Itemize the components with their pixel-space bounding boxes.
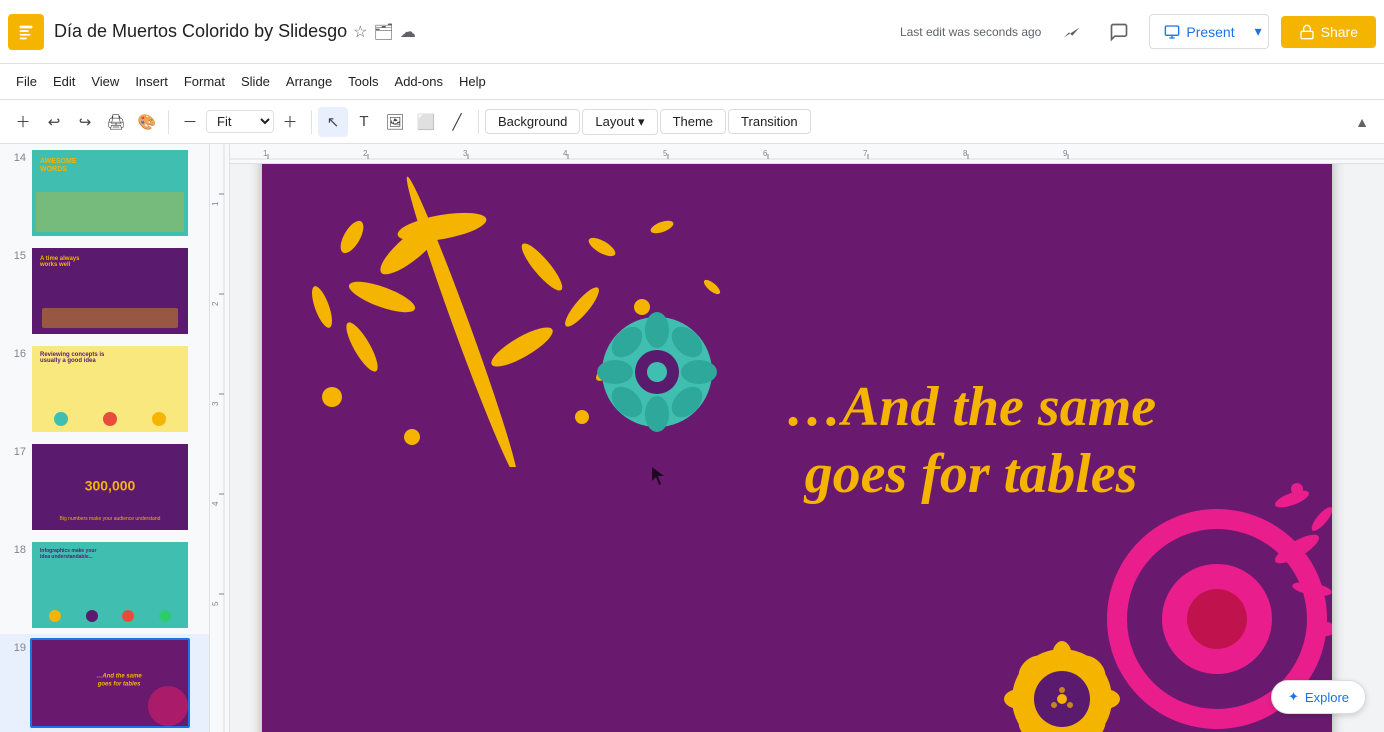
canvas-scroll[interactable]: …And the same goes for tables [210,164,1384,732]
slide-item-19[interactable]: 19 …And the samegoes for tables [0,634,209,732]
slide-num-16: 16 [6,344,26,360]
theme-btn[interactable]: Theme [660,109,726,134]
zoom-select[interactable]: Fit 50% 75% 100% [206,110,274,133]
textbox-tool-btn[interactable]: T [349,107,379,137]
layout-btn[interactable]: Layout [582,109,657,135]
svg-text:4: 4 [211,501,220,506]
line-tool-btn[interactable]: ╱ [442,107,472,137]
share-button[interactable]: Share [1281,16,1376,48]
present-button[interactable]: Present ▾ [1149,14,1268,49]
menu-addons[interactable]: Add-ons [387,70,451,93]
explore-label: Explore [1305,690,1349,705]
menu-help[interactable]: Help [451,70,494,93]
present-main-btn[interactable]: Present [1150,16,1248,48]
add-slide-btn[interactable]: ＋ [8,107,38,137]
cloud-icon[interactable]: ☁ [400,22,416,42]
svg-text:1: 1 [263,149,268,158]
select-tool-btn[interactable]: ↖ [318,107,348,137]
svg-text:4: 4 [563,149,568,158]
v-ruler: 1 2 3 4 5 [210,164,230,732]
slide-canvas[interactable]: …And the same goes for tables [262,164,1332,732]
top-bar: Día de Muertos Colorido by Slidesgo ☆ 🗂 … [0,0,1384,64]
image-tool-btn[interactable]: 🖼 [380,107,410,137]
zoom-in-btn[interactable]: ＋ [275,107,305,137]
slide-thumb-16[interactable]: Reviewing concepts isusually a good idea [30,344,190,434]
slide-panel[interactable]: 14 AWESOMEWORDS 15 A time alwaysworks we… [0,144,210,732]
sep1 [168,110,169,134]
slide-item-17[interactable]: 17 300,000 Big numbers make your audienc… [0,438,209,536]
slide-thumb-17[interactable]: 300,000 Big numbers make your audience u… [30,442,190,532]
star-icon[interactable]: ☆ [353,22,367,42]
top-right-actions: Present ▾ Share [1053,14,1376,50]
svg-text:9: 9 [1063,149,1068,158]
zoom-out-btn[interactable]: － [175,107,205,137]
toolbar-right: ▲ [1348,108,1376,136]
svg-text:3: 3 [211,401,220,406]
folder-icon[interactable]: 🗂 [374,22,394,42]
menu-bar: File Edit View Insert Format Slide Arran… [0,64,1384,100]
toolbar-zoom-group: － Fit 50% 75% 100% ＋ [175,107,305,137]
title-area: Día de Muertos Colorido by Slidesgo ☆ 🗂 … [54,21,892,42]
sep2 [311,110,312,134]
h-ruler: 1 2 3 4 5 6 7 8 9 [210,144,1384,164]
svg-text:8: 8 [963,149,968,158]
menu-file[interactable]: File [8,70,45,93]
slide-num-17: 17 [6,442,26,458]
paint-format-btn[interactable]: 🎨 [132,107,162,137]
svg-text:7: 7 [863,149,868,158]
menu-insert[interactable]: Insert [127,70,176,93]
slide-item-14[interactable]: 14 AWESOMEWORDS [0,144,209,242]
doc-title[interactable]: Día de Muertos Colorido by Slidesgo [54,21,347,42]
toolbar: ＋ ↩ ↪ 🖨 🎨 － Fit 50% 75% 100% ＋ ↖ T 🖼 ⬜ ╱… [0,100,1384,144]
canvas-area: 1 2 3 4 5 6 7 8 9 1 2 [210,144,1384,732]
explore-button[interactable]: ✦ Explore [1271,680,1366,714]
svg-text:5: 5 [663,149,668,158]
svg-text:1: 1 [211,201,220,206]
app-icon[interactable] [8,14,44,50]
background-btn[interactable]: Background [485,109,580,134]
slide-num-15: 15 [6,246,26,262]
main-layout: 14 AWESOMEWORDS 15 A time alwaysworks we… [0,144,1384,732]
slide-text-line1: …And the same [681,374,1261,441]
sep3 [478,110,479,134]
activity-icon-btn[interactable] [1053,14,1089,50]
menu-view[interactable]: View [83,70,127,93]
transition-btn[interactable]: Transition [728,109,811,134]
slide-item-18[interactable]: 18 Infographics make youridea understand… [0,536,209,634]
slide-num-18: 18 [6,540,26,556]
share-label: Share [1321,24,1358,40]
present-label: Present [1186,24,1234,40]
menu-tools[interactable]: Tools [340,70,386,93]
print-btn[interactable]: 🖨 [101,107,131,137]
svg-text:2: 2 [363,149,368,158]
slide-num-19: 19 [6,638,26,654]
slide-item-16[interactable]: 16 Reviewing concepts isusually a good i… [0,340,209,438]
svg-text:6: 6 [763,149,768,158]
slide-num-14: 14 [6,148,26,164]
toolbar-tools-group: ↖ T 🖼 ⬜ ╱ [318,107,472,137]
slide-item-15[interactable]: 15 A time alwaysworks well [0,242,209,340]
slide-thumb-15[interactable]: A time alwaysworks well [30,246,190,336]
slide-thumb-18[interactable]: Infographics make youridea understandabl… [30,540,190,630]
collapse-toolbar-btn[interactable]: ▲ [1348,108,1376,136]
redo-btn[interactable]: ↪ [70,107,100,137]
explore-icon: ✦ [1288,689,1299,705]
menu-slide[interactable]: Slide [233,70,278,93]
comment-icon-btn[interactable] [1101,14,1137,50]
slide-thumb-14[interactable]: AWESOMEWORDS [30,148,190,238]
present-dropdown-btn[interactable]: ▾ [1249,15,1268,48]
menu-format[interactable]: Format [176,70,233,93]
slide-thumb-19[interactable]: …And the samegoes for tables [30,638,190,728]
svg-text:5: 5 [211,601,220,606]
svg-text:2: 2 [211,301,220,306]
undo-btn[interactable]: ↩ [39,107,69,137]
shape-tool-btn[interactable]: ⬜ [411,107,441,137]
toolbar-history-group: ＋ ↩ ↪ 🖨 🎨 [8,107,162,137]
menu-arrange[interactable]: Arrange [278,70,340,93]
cursor-indicator [652,467,668,492]
svg-text:3: 3 [463,149,468,158]
last-edit: Last edit was seconds ago [900,25,1041,39]
menu-edit[interactable]: Edit [45,70,83,93]
